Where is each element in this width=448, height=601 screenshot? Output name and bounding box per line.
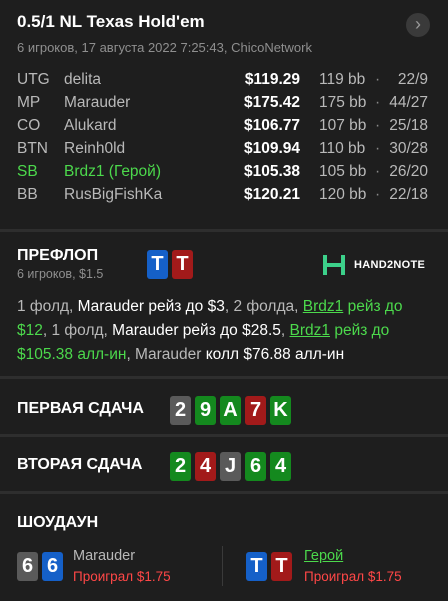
player-name: Marauder	[77, 298, 145, 315]
action-text: , Marauder	[126, 346, 206, 363]
player-stats: 22/18	[389, 186, 428, 203]
showdown-hero-name[interactable]: Герой	[304, 548, 343, 564]
player-stats: 30/28	[389, 140, 428, 157]
player-stack: $175.42	[243, 94, 300, 111]
showdown-result: Проиграл $1.75	[73, 569, 171, 584]
showdown-section: ШОУДАУН 66 Marauder Проиграл $1.75 TT Ге…	[0, 494, 448, 601]
player-name: Brdz1 (Герой)	[64, 163, 161, 180]
hero-name-link[interactable]: Brdz1	[303, 298, 344, 315]
player-stats: 25/18	[389, 117, 428, 134]
player-stack-bb: 119 bb	[319, 71, 366, 88]
card: 7	[245, 396, 266, 425]
run2-board: 24J64	[170, 452, 295, 481]
separator-dot: ·	[375, 71, 381, 88]
player-position: SB	[17, 163, 38, 180]
separator-dot: ·	[375, 117, 381, 134]
player-stack: $106.77	[243, 117, 300, 134]
hand2note-logo-icon	[323, 255, 345, 275]
showdown-cards: 66	[17, 552, 67, 581]
run1-board: 29A7K	[170, 396, 295, 425]
showdown-cards: TT	[246, 552, 296, 581]
action-call: колл $76.88 алл-ин	[205, 346, 345, 363]
player-stack: $120.21	[243, 186, 300, 203]
showdown-heading: ШОУДАУН	[17, 514, 99, 531]
preflop-heading: ПРЕФЛОП	[17, 247, 99, 264]
action-text: 1 фолд,	[17, 298, 78, 315]
player-stack-bb: 175 bb	[319, 94, 367, 111]
player-stats: 26/20	[389, 163, 428, 180]
player-row[interactable]: BTN Reinh0ld $109.94 110 bb · 30/28	[0, 140, 448, 162]
player-position: MP	[17, 94, 41, 111]
player-name: Marauder	[112, 322, 179, 339]
card: 6	[245, 452, 266, 481]
card: 2	[170, 452, 191, 481]
hero-name-link[interactable]: Brdz1	[290, 322, 331, 339]
separator-dot: ·	[375, 140, 381, 157]
game-title: 0.5/1 NL Texas Hold'em	[17, 12, 205, 31]
player-row[interactable]: MP Marauder $175.42 175 bb · 44/27	[0, 94, 448, 116]
card: 6	[17, 552, 38, 581]
hand-header: 0.5/1 NL Texas Hold'em › 6 игроков, 17 а…	[0, 0, 448, 229]
player-name: Alukard	[64, 117, 117, 134]
card: 4	[270, 452, 291, 481]
card: T	[172, 250, 193, 279]
card: T	[271, 552, 292, 581]
player-row[interactable]: SB Brdz1 (Герой) $105.38 105 bb · 26/20	[0, 163, 448, 185]
player-stats: 44/27	[389, 94, 428, 111]
card: 2	[170, 396, 191, 425]
card: J	[220, 452, 241, 481]
player-stack: $105.38	[243, 163, 300, 180]
card: K	[270, 396, 291, 425]
player-row[interactable]: CO Alukard $106.77 107 bb · 25/18	[0, 117, 448, 139]
action-text: , 1 фолд,	[42, 322, 113, 339]
player-stack-bb: 110 bb	[319, 140, 366, 157]
showdown-separator	[222, 546, 223, 586]
hero-cards: TT	[147, 250, 197, 279]
run1-section: ПЕРВАЯ СДАЧА 29A7K	[0, 379, 448, 434]
card: 4	[195, 452, 216, 481]
card: A	[220, 396, 241, 425]
preflop-actions: 1 фолд, Marauder рейз до $3, 2 фолда, Br…	[17, 295, 432, 367]
player-stack: $109.94	[243, 140, 300, 157]
player-name: Reinh0ld	[64, 140, 126, 157]
chevron-right-icon[interactable]: ›	[406, 13, 430, 37]
action-raise: рейз до $3	[144, 298, 225, 315]
showdown-result: Проиграл $1.75	[304, 569, 402, 584]
run2-section: ВТОРАЯ СДАЧА 24J64	[0, 437, 448, 491]
player-name: Marauder	[64, 94, 131, 111]
player-position: CO	[17, 117, 41, 134]
action-text: , 2 фолда,	[224, 298, 303, 315]
player-stack-bb: 107 bb	[319, 117, 367, 134]
separator-dot: ·	[375, 186, 381, 203]
separator-dot: ·	[375, 163, 381, 180]
card: 6	[42, 552, 63, 581]
player-position: BB	[17, 186, 38, 203]
action-text: ,	[280, 322, 290, 339]
player-stats: 22/9	[397, 71, 428, 88]
showdown-player-name: Marauder	[73, 548, 136, 564]
hand2note-brand: HAND2NOTE	[354, 259, 426, 271]
card: T	[147, 250, 168, 279]
player-name: delita	[64, 71, 102, 88]
action-raise: рейз до $28.5	[178, 322, 281, 339]
player-position: BTN	[17, 140, 48, 157]
player-position: UTG	[17, 71, 50, 88]
player-stack: $119.29	[244, 71, 300, 88]
player-stack-bb: 120 bb	[319, 186, 367, 203]
run2-heading: ВТОРАЯ СДАЧА	[17, 456, 143, 473]
card: T	[246, 552, 267, 581]
separator-dot: ·	[375, 94, 381, 111]
preflop-sub: 6 игроков, $1.5	[17, 267, 104, 281]
hand-subtitle: 6 игроков, 17 августа 2022 7:25:43, Chic…	[17, 40, 312, 55]
run1-heading: ПЕРВАЯ СДАЧА	[17, 400, 144, 417]
player-row[interactable]: UTG delita $119.29 119 bb · 22/9	[0, 71, 448, 93]
player-row[interactable]: BB RusBigFishKa $120.21 120 bb · 22/18	[0, 186, 448, 208]
player-stack-bb: 105 bb	[319, 163, 367, 180]
player-name: RusBigFishKa	[64, 186, 163, 203]
card: 9	[195, 396, 216, 425]
